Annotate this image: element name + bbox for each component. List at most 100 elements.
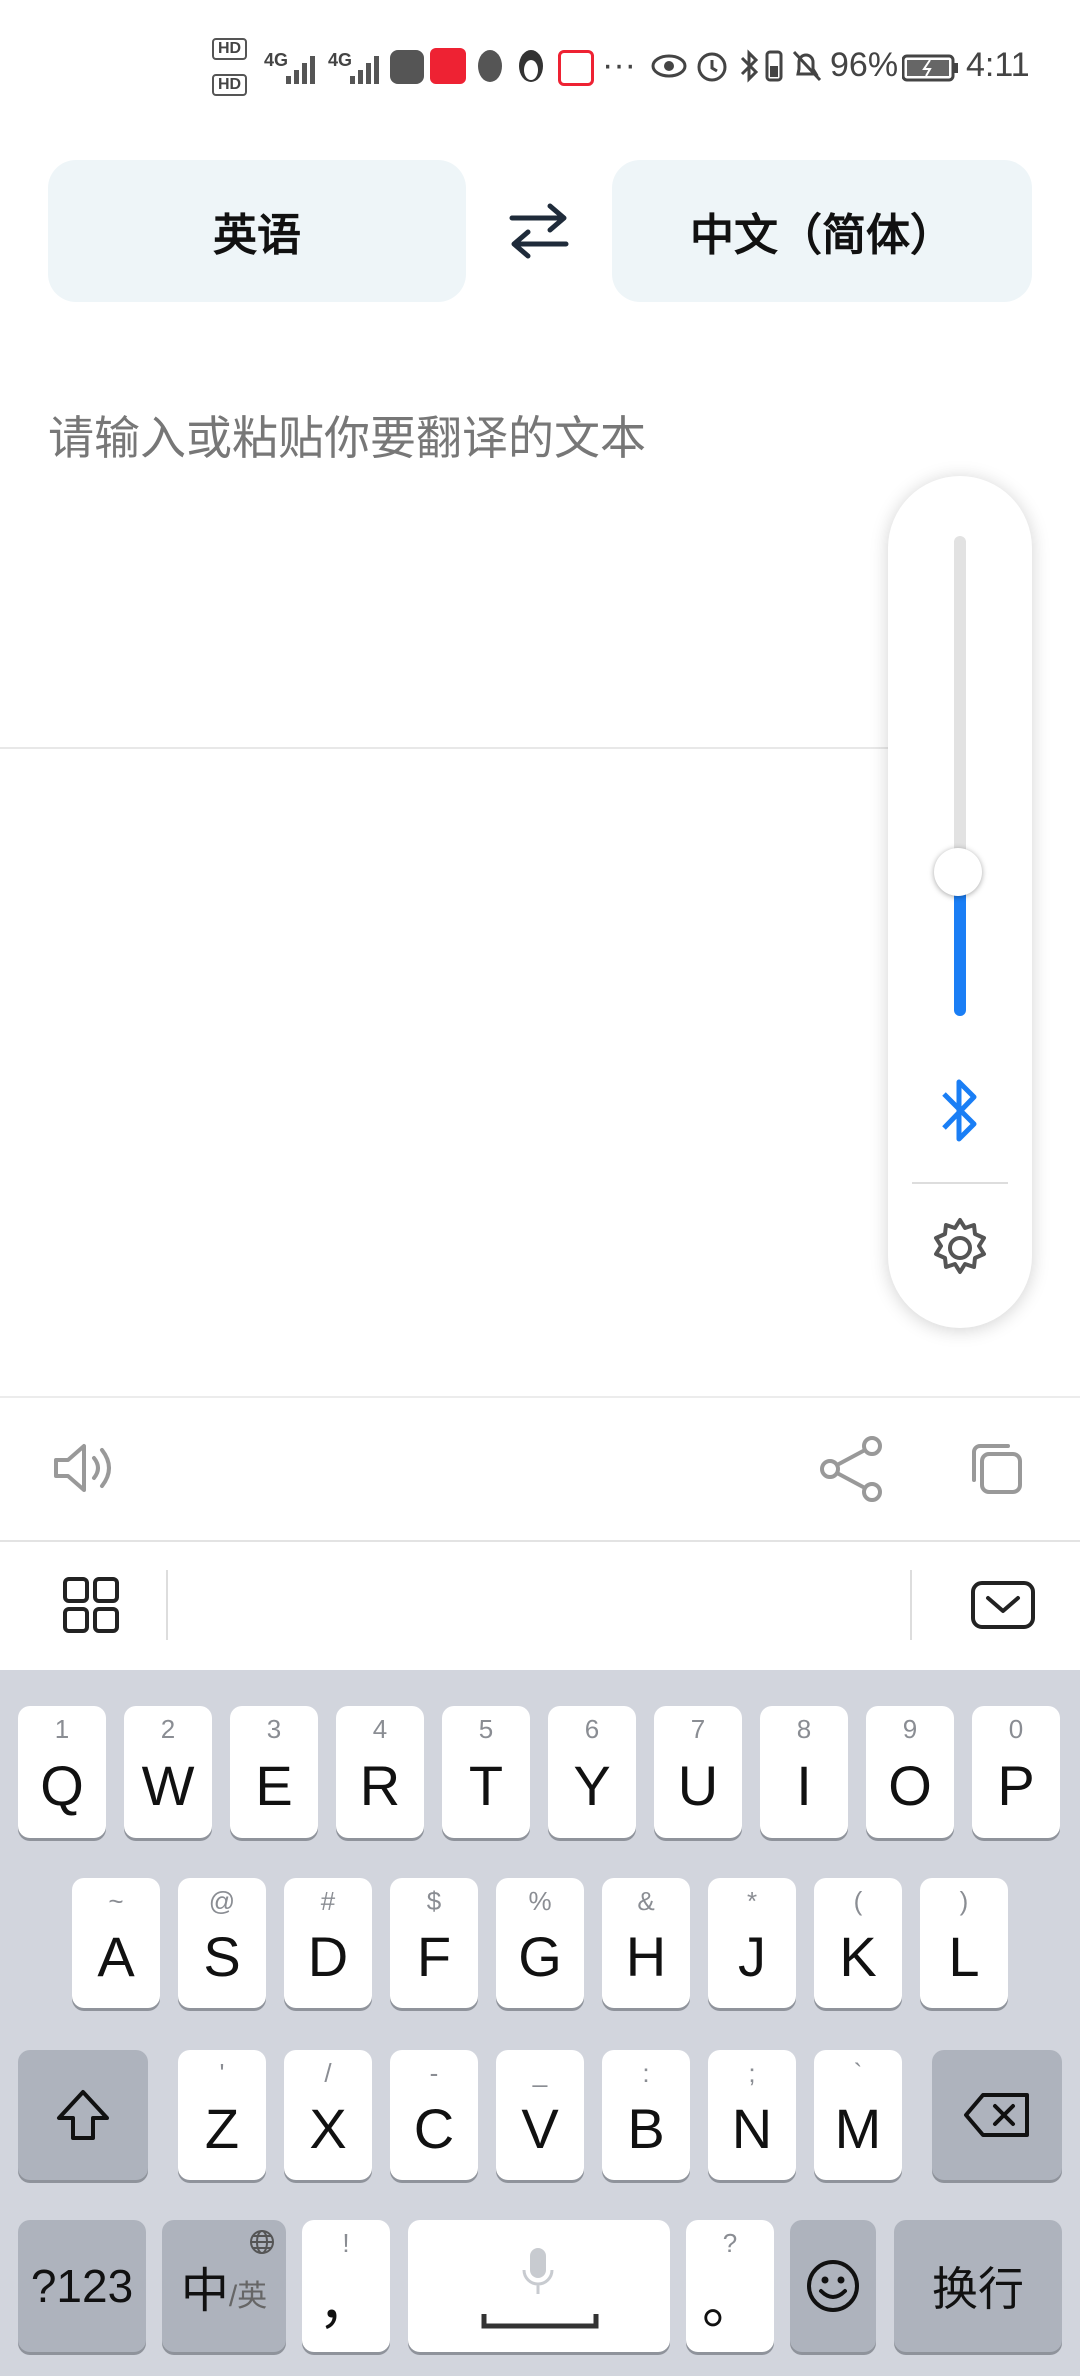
key-secondary-label: / bbox=[324, 2058, 332, 2088]
backspace-key[interactable] bbox=[932, 2050, 1062, 2180]
key-p[interactable]: 0P bbox=[972, 1706, 1060, 1838]
key-j[interactable]: * J bbox=[708, 1878, 796, 2008]
key-label: Z bbox=[204, 2096, 240, 2160]
key-i[interactable]: 8I bbox=[760, 1706, 848, 1838]
key-label: T bbox=[468, 1753, 504, 1817]
key-b[interactable]: :B bbox=[602, 2050, 690, 2180]
key-label: E bbox=[255, 1753, 293, 1817]
eye-icon bbox=[651, 54, 687, 78]
key-g[interactable]: % G bbox=[496, 1878, 584, 2008]
more-notifications: ··· bbox=[602, 46, 636, 84]
key-e[interactable]: 3E bbox=[230, 1706, 318, 1838]
key-secondary-label: ' bbox=[219, 2058, 225, 2088]
key-secondary-label: ~ bbox=[108, 1886, 124, 1916]
key-label: C bbox=[413, 2096, 455, 2160]
key-secondary-label: 7 bbox=[690, 1714, 706, 1744]
key-secondary-label: : bbox=[642, 2058, 650, 2088]
key-secondary-label: % bbox=[528, 1886, 552, 1916]
speaker-icon[interactable] bbox=[50, 1438, 120, 1498]
key-x[interactable]: / X bbox=[284, 2050, 372, 2180]
key-label: O bbox=[888, 1753, 932, 1817]
key-label: H bbox=[625, 1924, 667, 1988]
numbers-key[interactable]: ?123 bbox=[18, 2220, 146, 2352]
swap-languages-icon[interactable] bbox=[506, 200, 572, 262]
key-q[interactable]: 1Q bbox=[18, 1706, 106, 1838]
key-label: W bbox=[141, 1753, 195, 1817]
hide-keyboard-icon[interactable] bbox=[970, 1580, 1036, 1630]
space-bar-icon bbox=[481, 2314, 599, 2329]
comma-key[interactable]: ! ， bbox=[302, 2220, 390, 2352]
globe-icon bbox=[250, 2230, 274, 2254]
signal-icon-2 bbox=[350, 56, 379, 84]
key-label: R bbox=[359, 1753, 401, 1817]
language-switch-key[interactable]: 中/英 bbox=[162, 2220, 286, 2352]
share-icon[interactable] bbox=[818, 1436, 886, 1502]
period-key[interactable]: ? 。 bbox=[686, 2220, 774, 2352]
panel-divider bbox=[912, 1182, 1008, 1184]
key-secondary-label: - bbox=[429, 2058, 439, 2088]
key-secondary-label: * bbox=[746, 1886, 758, 1916]
volume-slider-thumb[interactable] bbox=[934, 848, 982, 896]
shift-key[interactable] bbox=[18, 2050, 148, 2180]
key-f[interactable]: $ F bbox=[390, 1878, 478, 2008]
target-language-button[interactable]: 中文（简体） bbox=[612, 160, 1032, 302]
input-placeholder: 请输入或粘贴你要翻译的文本 bbox=[48, 412, 646, 464]
key-z[interactable]: ' Z bbox=[178, 2050, 266, 2180]
key-a[interactable]: ~ A bbox=[72, 1878, 160, 2008]
enter-key[interactable]: 换行 bbox=[894, 2220, 1062, 2352]
enter-key-label: 换行 bbox=[932, 2263, 1024, 2315]
key-secondary-label: 1 bbox=[54, 1714, 70, 1744]
key-o[interactable]: 9O bbox=[866, 1706, 954, 1838]
key-u[interactable]: 7U bbox=[654, 1706, 742, 1838]
key-s[interactable]: @ S bbox=[178, 1878, 266, 2008]
key-c[interactable]: -C bbox=[390, 2050, 478, 2180]
numbers-key-label: ?123 bbox=[30, 2260, 134, 2312]
signal-icon-1 bbox=[286, 56, 315, 84]
period-key-main: 。 bbox=[702, 2271, 758, 2335]
key-h[interactable]: & H bbox=[602, 1878, 690, 2008]
comma-key-sub: ! bbox=[342, 2228, 350, 2258]
app-notification-icon-2 bbox=[430, 48, 466, 84]
shift-icon bbox=[57, 2090, 109, 2140]
space-key[interactable] bbox=[408, 2220, 670, 2352]
toolbar-divider bbox=[166, 1570, 168, 1640]
key-label: P bbox=[997, 1753, 1035, 1817]
key-secondary-label: 0 bbox=[1008, 1714, 1024, 1744]
key-n[interactable]: ; N bbox=[708, 2050, 796, 2180]
hd-indicator-2: HD bbox=[212, 74, 248, 96]
gear-icon[interactable] bbox=[928, 1216, 992, 1280]
clock: 4:11 bbox=[966, 46, 1030, 84]
bluetooth-icon[interactable] bbox=[938, 1076, 982, 1146]
key-label: M bbox=[834, 2096, 882, 2160]
key-k[interactable]: (K bbox=[814, 1878, 902, 2008]
backspace-icon bbox=[964, 2093, 1029, 2137]
key-label: B bbox=[627, 2096, 665, 2160]
key-label: V bbox=[521, 2096, 559, 2160]
copy-icon[interactable] bbox=[966, 1438, 1026, 1498]
key-v[interactable]: _ V bbox=[496, 2050, 584, 2180]
key-d[interactable]: # D bbox=[284, 1878, 372, 2008]
key-label: K bbox=[839, 1924, 877, 1988]
key-secondary-label: & bbox=[637, 1886, 655, 1916]
key-m[interactable]: ` M bbox=[814, 2050, 902, 2180]
key-y[interactable]: 6Y bbox=[548, 1706, 636, 1838]
key-t[interactable]: 5T bbox=[442, 1706, 530, 1838]
hd-indicator-1: HD bbox=[212, 38, 248, 60]
key-secondary-label: _ bbox=[532, 2058, 548, 2088]
emoji-key[interactable] bbox=[790, 2220, 876, 2352]
emoji-icon bbox=[807, 2260, 859, 2312]
key-label: U bbox=[677, 1753, 719, 1817]
key-label: S bbox=[203, 1924, 241, 1988]
key-l[interactable]: ) L bbox=[920, 1878, 1008, 2008]
divider bbox=[0, 747, 888, 749]
keyboard-menu-icon[interactable] bbox=[62, 1576, 120, 1634]
key-w[interactable]: 2W bbox=[124, 1706, 212, 1838]
key-r[interactable]: 4R bbox=[336, 1706, 424, 1838]
source-language-button[interactable]: 英语 bbox=[48, 160, 466, 302]
key-secondary-label: $ bbox=[426, 1886, 442, 1916]
translation-input-area[interactable]: 请输入或粘贴你要翻译的文本 bbox=[0, 380, 880, 740]
key-label: F bbox=[416, 1924, 452, 1988]
network-type-2: 4G bbox=[328, 50, 353, 70]
microphone-icon bbox=[522, 2248, 554, 2294]
key-label: G bbox=[518, 1924, 562, 1988]
